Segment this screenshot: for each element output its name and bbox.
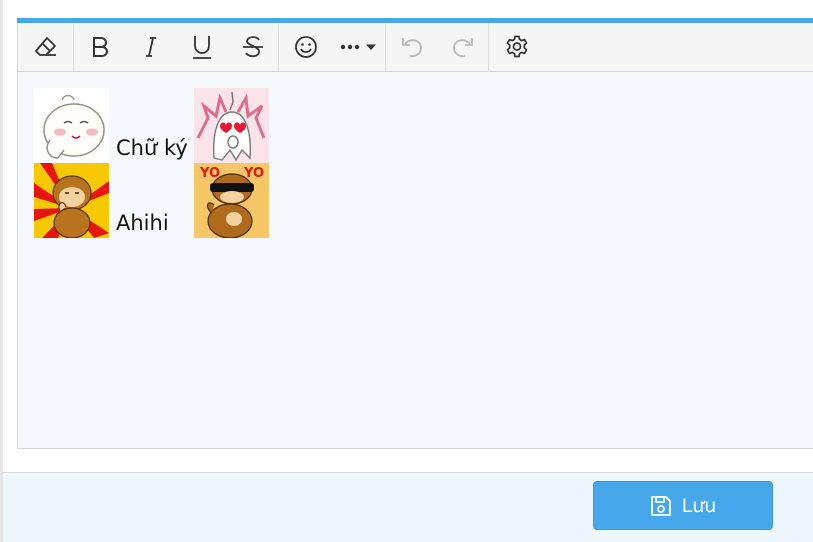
love-ghost-emoji [194,88,269,163]
save-button[interactable]: Lưu [593,481,773,530]
toolbar-group-history [386,23,489,71]
toolbar-group-settings [489,23,544,71]
strikethrough-icon [242,36,263,58]
undo-icon [401,38,422,58]
white-bun-emoji [34,88,109,163]
save-button-label: Lưu [681,494,717,517]
italic-button[interactable] [125,23,176,71]
italic-icon [145,37,156,57]
signature-row: Ahihi YO YO [34,163,794,238]
signature-content[interactable]: Chữ ký Ahihi YO YO [34,88,794,238]
bold-button[interactable] [74,23,125,71]
monkey-sunglasses-emoji: YO YO [194,163,269,238]
editor-toolbar [18,23,813,72]
underline-button[interactable] [176,23,227,71]
eraser-icon [34,37,56,56]
signature-text-line1: Chữ ký [116,136,188,160]
bold-icon [92,37,108,57]
gear-icon [506,35,527,58]
redo-icon [452,38,473,58]
more-options-button[interactable] [332,23,385,71]
toolbar-group-format [18,23,74,71]
redo-button[interactable] [437,23,488,71]
more-dropdown-icon [340,44,376,50]
emoji-button[interactable] [279,23,332,71]
signature-text-line2: Ahihi [116,211,169,235]
save-icon [650,495,672,517]
strikethrough-button[interactable] [227,23,278,71]
signature-row: Chữ ký [34,88,794,163]
undo-button[interactable] [386,23,437,71]
settings-button[interactable] [489,23,544,71]
monkey-sunburst-emoji [34,163,109,238]
toolbar-group-insert [279,23,386,71]
remove-format-button[interactable] [18,23,73,71]
smiley-icon [294,36,317,58]
underline-icon [192,36,211,59]
toolbar-group-text [74,23,279,71]
